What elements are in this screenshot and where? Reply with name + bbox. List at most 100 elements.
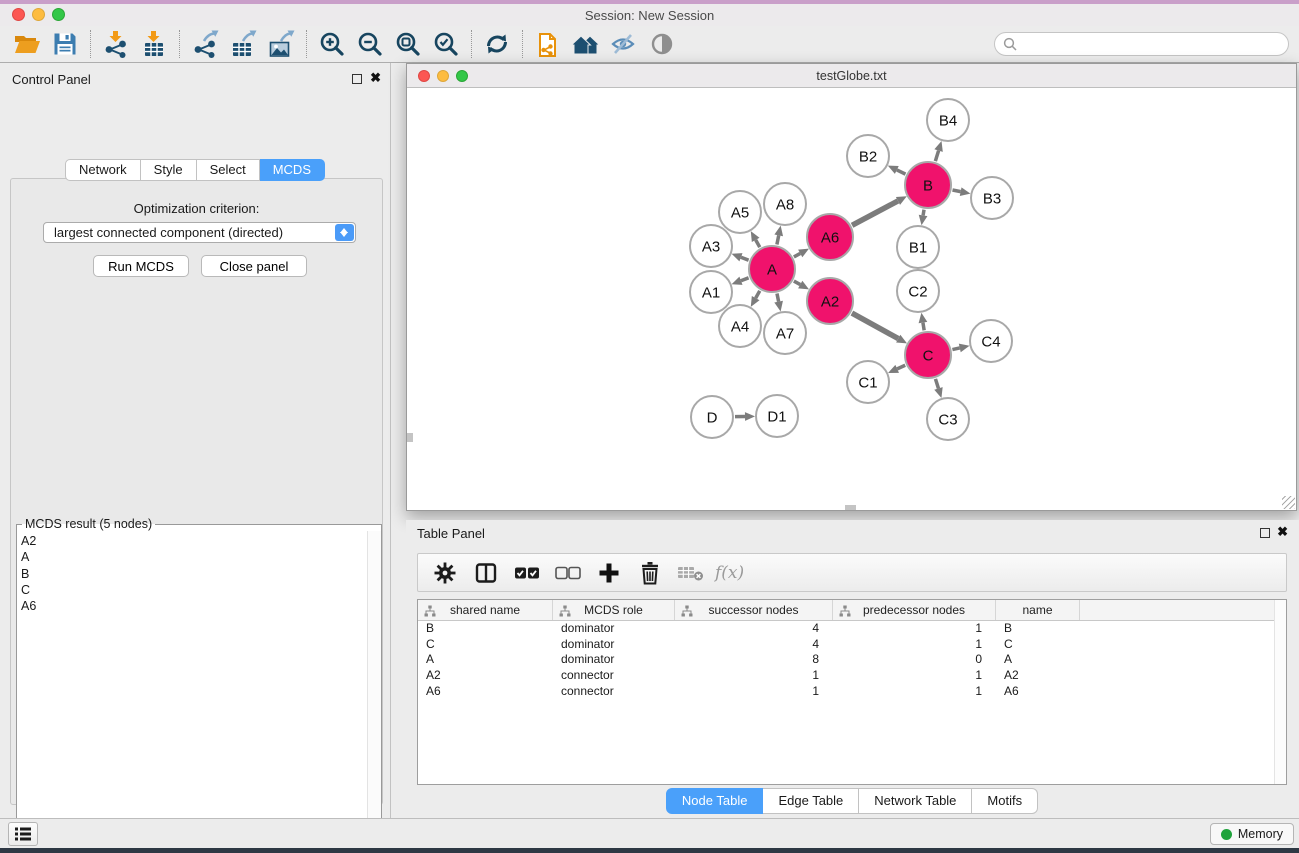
show-panels-button[interactable]	[8, 822, 38, 846]
float-table-panel-icon[interactable]	[1260, 528, 1270, 538]
deselect-all-icon[interactable]	[549, 557, 586, 589]
memory-button[interactable]: Memory	[1210, 823, 1294, 845]
graph-node-C2[interactable]: C2	[897, 270, 939, 312]
tab-network[interactable]: Network	[65, 159, 141, 181]
settings-gear-icon[interactable]	[426, 557, 463, 589]
graph-node-A1[interactable]: A1	[690, 271, 732, 313]
mcds-result-item[interactable]: B	[17, 566, 367, 582]
column-header-mcds-role[interactable]: MCDS role	[553, 600, 675, 620]
column-header-predecessor-nodes[interactable]: predecessor nodes	[833, 600, 996, 620]
horizontal-scroll-thumb[interactable]	[845, 505, 856, 510]
import-table-icon[interactable]	[135, 28, 173, 60]
graph-edge-C-C2[interactable]	[923, 323, 924, 331]
export-image-icon[interactable]	[262, 28, 300, 60]
tab-mcds[interactable]: MCDS	[260, 159, 325, 181]
export-network-icon[interactable]	[186, 28, 224, 60]
mcds-result-item[interactable]: A2	[17, 533, 367, 549]
graph-node-A4[interactable]: A4	[719, 305, 761, 347]
clone-network-icon[interactable]	[529, 28, 567, 60]
graph-edge-C-C4[interactable]	[952, 348, 959, 350]
graph-node-B[interactable]: B	[905, 162, 951, 208]
table-scrollbar[interactable]	[1274, 600, 1286, 784]
graph-node-A6[interactable]: A6	[807, 214, 853, 260]
import-network-icon[interactable]	[97, 28, 135, 60]
graph-edge-A-A1[interactable]	[741, 278, 749, 281]
tab-style[interactable]: Style	[141, 159, 197, 181]
result-scrollbar[interactable]	[367, 531, 381, 853]
column-header-name[interactable]: name	[996, 600, 1080, 620]
tab-select[interactable]: Select	[197, 159, 260, 181]
search-input[interactable]	[1022, 35, 1288, 53]
graph-node-A3[interactable]: A3	[690, 225, 732, 267]
network-canvas[interactable]: B4 B2 B B3 A8A5 A6 A3 B1 A A1 C2 A2 A4A7 C4 C C1 C3 D D1	[407, 88, 1296, 510]
table-row[interactable]: Adominator80A	[418, 652, 1286, 668]
graph-edge-C-C1[interactable]	[897, 365, 905, 369]
save-session-icon[interactable]	[46, 28, 84, 60]
network-window-title-bar[interactable]: testGlobe.txt	[407, 64, 1296, 88]
graph-edge-B-B1[interactable]	[923, 210, 924, 216]
toggle-view-icon[interactable]	[643, 28, 681, 60]
close-panel-button[interactable]: Close panel	[201, 255, 307, 277]
column-header-shared-name[interactable]: shared name	[418, 600, 553, 620]
home-icon[interactable]	[567, 28, 605, 60]
graph-node-B3[interactable]: B3	[971, 177, 1013, 219]
zoom-fit-icon[interactable]	[389, 28, 427, 60]
graph-node-B1[interactable]: B1	[897, 226, 939, 268]
resize-grip-icon[interactable]	[1282, 496, 1295, 509]
graph-node-A8[interactable]: A8	[764, 183, 806, 225]
graph-node-C4[interactable]: C4	[970, 320, 1012, 362]
tab-network-table[interactable]: Network Table	[859, 788, 972, 814]
close-table-panel-icon[interactable]: ✖	[1277, 524, 1288, 540]
show-column-icon[interactable]	[467, 557, 504, 589]
graph-edge-A-A8[interactable]	[777, 235, 779, 244]
graph-edge-B-B3[interactable]	[952, 190, 960, 192]
table-row[interactable]: Bdominator41B	[418, 621, 1286, 637]
zoom-out-icon[interactable]	[351, 28, 389, 60]
table-row[interactable]: A6connector11A6	[418, 684, 1286, 700]
graph-node-C3[interactable]: C3	[927, 398, 969, 440]
zoom-selected-icon[interactable]	[427, 28, 465, 60]
graph-edge-A-A5[interactable]	[756, 240, 760, 247]
tab-edge-table[interactable]: Edge Table	[763, 788, 859, 814]
mcds-result-item[interactable]: A	[17, 549, 367, 565]
tab-motifs[interactable]: Motifs	[972, 788, 1038, 814]
zoom-in-icon[interactable]	[313, 28, 351, 60]
graph-node-A5[interactable]: A5	[719, 191, 761, 233]
graph-edge-A-A6[interactable]	[794, 253, 800, 256]
search-field[interactable]	[994, 32, 1289, 56]
graph-node-B4[interactable]: B4	[927, 99, 969, 141]
add-row-icon[interactable]	[590, 557, 627, 589]
graph-edge-C-C3[interactable]	[935, 379, 938, 389]
select-all-icon[interactable]	[508, 557, 545, 589]
export-table-icon[interactable]	[224, 28, 262, 60]
open-session-icon[interactable]	[8, 28, 46, 60]
graph-edge-B-B2[interactable]	[897, 170, 906, 174]
graph-node-D1[interactable]: D1	[756, 395, 798, 437]
graph-edge-A-A3[interactable]	[741, 257, 749, 260]
vertical-scroll-thumb[interactable]	[407, 433, 413, 442]
graph-edge-A2-C[interactable]	[852, 313, 898, 339]
criterion-dropdown[interactable]: largest connected component (directed)	[43, 222, 356, 243]
graph-edge-A-A7[interactable]	[777, 293, 779, 301]
mcds-result-item[interactable]: C	[17, 582, 367, 598]
float-panel-icon[interactable]	[352, 74, 362, 84]
mcds-result-item[interactable]: A6	[17, 598, 367, 614]
graph-node-C[interactable]: C	[905, 332, 951, 378]
run-mcds-button[interactable]: Run MCDS	[93, 255, 189, 277]
graph-node-D[interactable]: D	[691, 396, 733, 438]
graph-node-B2[interactable]: B2	[847, 135, 889, 177]
graph-edge-A-A2[interactable]	[794, 281, 800, 284]
refresh-icon[interactable]	[478, 28, 516, 60]
table-row[interactable]: A2connector11A2	[418, 668, 1286, 684]
graph-edge-B-B4[interactable]	[935, 151, 938, 162]
graph-node-A[interactable]: A	[749, 246, 795, 292]
graph-node-C1[interactable]: C1	[847, 361, 889, 403]
graph-node-A2[interactable]: A2	[807, 278, 853, 324]
hide-details-icon[interactable]	[605, 28, 643, 60]
delete-row-icon[interactable]	[631, 557, 668, 589]
table-row[interactable]: Cdominator41C	[418, 637, 1286, 653]
column-header-successor-nodes[interactable]: successor nodes	[675, 600, 833, 620]
graph-node-A7[interactable]: A7	[764, 312, 806, 354]
close-panel-icon[interactable]: ✖	[370, 70, 381, 86]
graph-edge-A-A4[interactable]	[756, 291, 760, 298]
